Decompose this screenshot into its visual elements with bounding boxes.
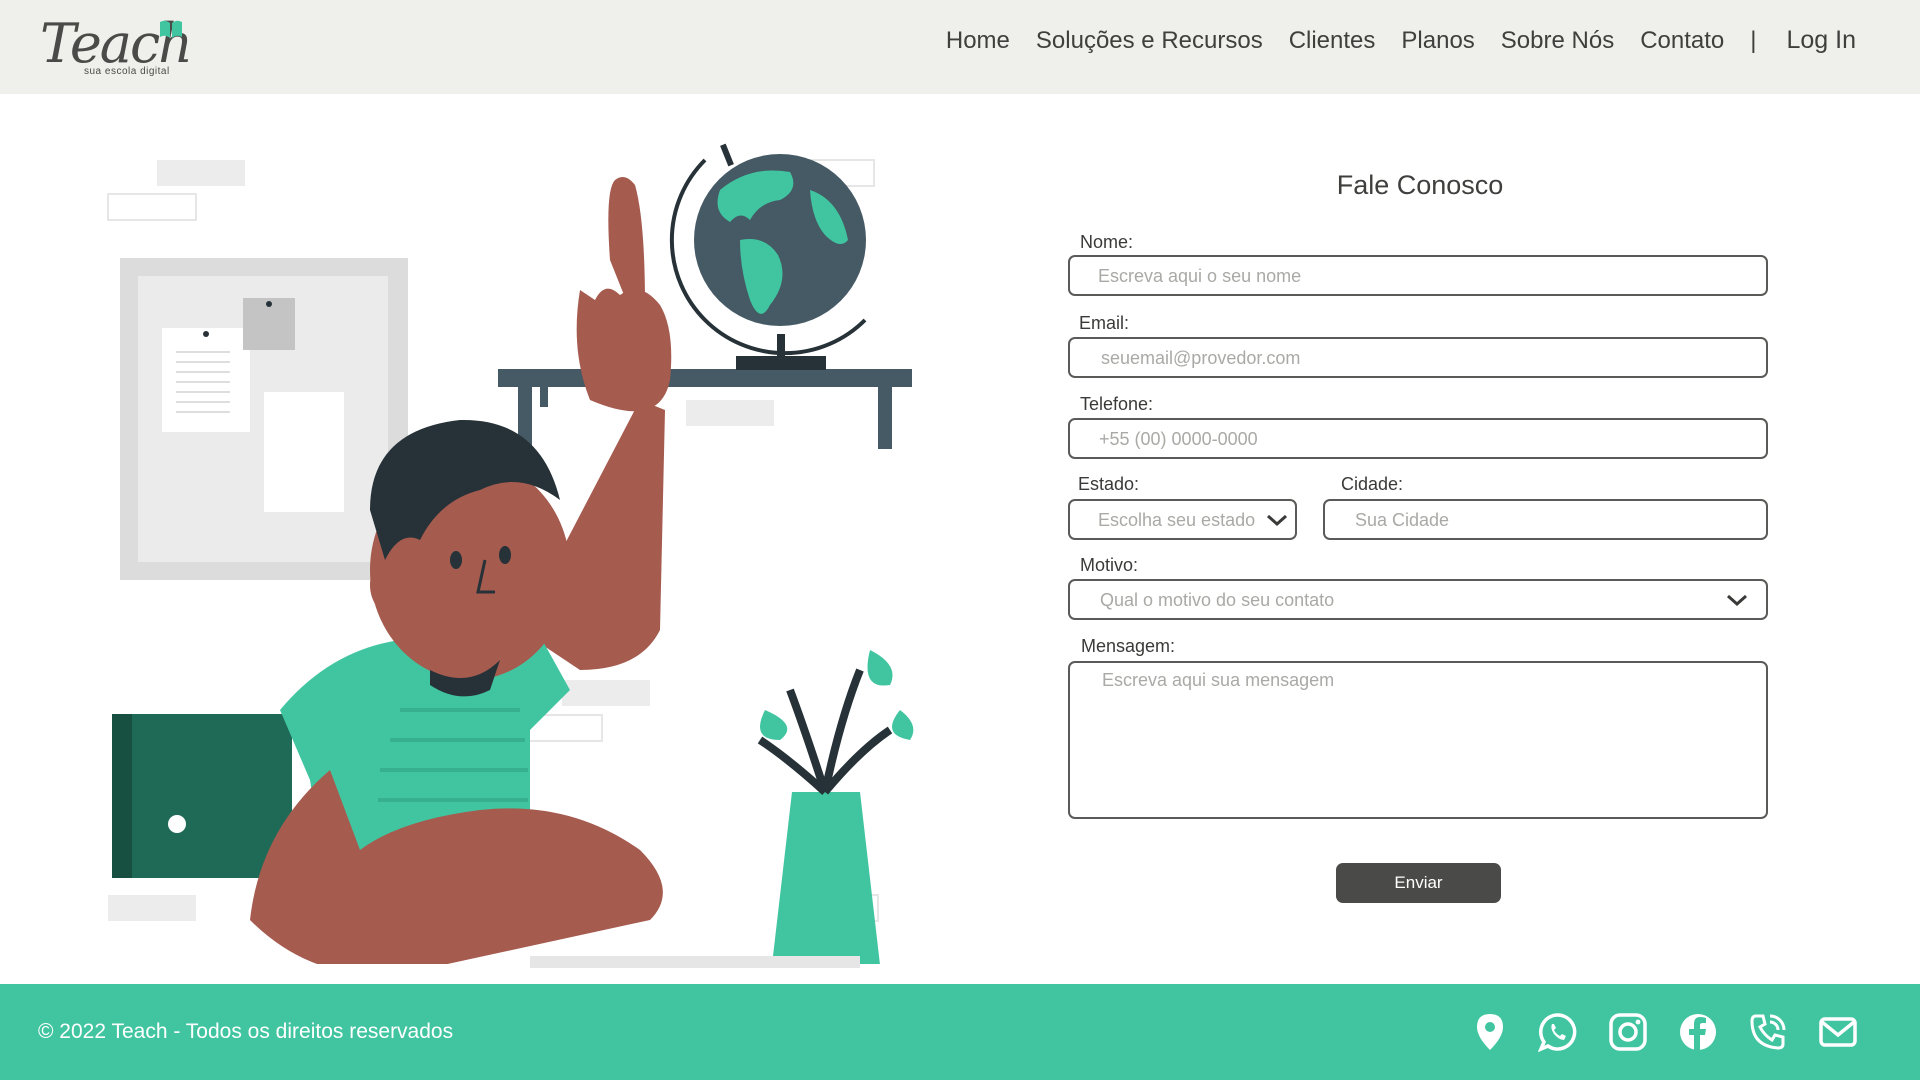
- motivo-placeholder: Qual o motivo do seu contato: [1100, 590, 1335, 610]
- cidade-input[interactable]: Sua Cidade: [1323, 499, 1768, 540]
- email-label: Email:: [1079, 313, 1130, 333]
- cidade-label: Cidade:: [1341, 474, 1404, 494]
- chevron-down-icon: [1267, 514, 1287, 527]
- main-nav: Home Soluções e Recursos Clientes Planos…: [920, 26, 1856, 55]
- phone-icon[interactable]: [1748, 1012, 1788, 1052]
- logo[interactable]: Teach sua escola digital: [40, 14, 193, 80]
- form-title: Fale Conosco: [1336, 170, 1504, 200]
- submit-button[interactable]: Enviar: [1336, 863, 1501, 903]
- chair: [112, 714, 292, 878]
- nome-label: Nome:: [1080, 232, 1134, 252]
- nav-sobre-nos[interactable]: Sobre Nós: [1501, 27, 1614, 55]
- nav-contato[interactable]: Contato: [1640, 27, 1724, 55]
- chevron-down-icon: [1727, 594, 1747, 607]
- logo-tagline: sua escola digital: [84, 66, 170, 77]
- mensagem-placeholder: Escreva aqui sua mensagem: [1102, 670, 1335, 690]
- nav-planos[interactable]: Planos: [1401, 27, 1474, 55]
- motivo-select[interactable]: Qual o motivo do seu contato: [1068, 579, 1768, 620]
- header: Teach sua escola digital Home Soluções e…: [0, 0, 1920, 94]
- motivo-label: Motivo:: [1080, 555, 1139, 575]
- copyright-text: © 2022 Teach - Todos os direitos reserva…: [38, 1020, 454, 1043]
- email-placeholder: seuemail@provedor.com: [1101, 348, 1301, 368]
- telefone-placeholder: +55 (00) 0000-0000: [1099, 429, 1258, 449]
- whatsapp-icon[interactable]: [1538, 1012, 1578, 1052]
- nome-placeholder: Escreva aqui o seu nome: [1098, 266, 1302, 286]
- hero-illustration: [100, 143, 930, 984]
- login-link[interactable]: Log In: [1786, 26, 1856, 55]
- telefone-input[interactable]: +55 (00) 0000-0000: [1068, 418, 1768, 459]
- nav-home[interactable]: Home: [946, 27, 1010, 55]
- email-input[interactable]: seuemail@provedor.com: [1068, 337, 1768, 378]
- book-icon: [160, 20, 182, 38]
- estado-label: Estado:: [1078, 474, 1140, 494]
- footer: © 2022 Teach - Todos os direitos reserva…: [0, 984, 1920, 1080]
- location-icon[interactable]: [1470, 1012, 1510, 1052]
- telefone-label: Telefone:: [1080, 394, 1154, 414]
- cidade-placeholder: Sua Cidade: [1355, 510, 1450, 530]
- mail-icon[interactable]: [1818, 1012, 1858, 1052]
- facebook-icon[interactable]: [1678, 1012, 1718, 1052]
- instagram-icon[interactable]: [1608, 1012, 1648, 1052]
- globe: [669, 143, 867, 370]
- estado-placeholder: Escolha seu estado: [1098, 510, 1256, 530]
- nav-solucoes-recursos[interactable]: Soluções e Recursos: [1036, 27, 1263, 55]
- nav-separator: |: [1750, 26, 1757, 54]
- mensagem-label: Mensagem:: [1081, 636, 1176, 656]
- nome-input[interactable]: Escreva aqui o seu nome: [1068, 255, 1768, 296]
- estado-select[interactable]: Escolha seu estado: [1068, 499, 1297, 540]
- mensagem-textarea[interactable]: Escreva aqui sua mensagem: [1068, 661, 1768, 819]
- nav-clientes[interactable]: Clientes: [1289, 27, 1376, 55]
- plant: [757, 650, 914, 982]
- bulletin-board: [120, 258, 408, 580]
